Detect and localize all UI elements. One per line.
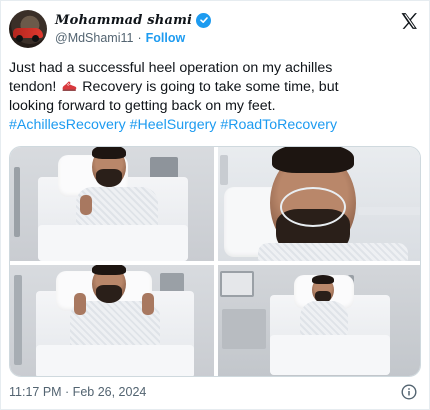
tweet-card: Mohammad shami @MdShami11 · Follow Just … [0, 0, 430, 410]
verified-badge-icon [196, 12, 212, 28]
running-shoe-emoji-icon [62, 81, 77, 91]
tweet-header: Mohammad shami @MdShami11 · Follow [9, 9, 423, 49]
hashtag-link[interactable]: #AchillesRecovery [9, 117, 126, 133]
tweet-line-2: tendon! Recovery is going to take some t… [9, 78, 421, 97]
hashtag-link[interactable]: #HeelSurgery [130, 117, 217, 133]
handle-separator: · [137, 31, 142, 45]
tweet-line-3: looking forward to getting back on my fe… [9, 98, 276, 114]
info-icon[interactable] [401, 384, 417, 400]
avatar-car-graphic [13, 28, 43, 42]
hospital-photo-3[interactable] [10, 265, 214, 376]
author-name-row: Mohammad shami [55, 11, 212, 29]
tweet-text: Just had a successful heel operation on … [9, 59, 421, 135]
author-handle-row: @MdShami11 · Follow [55, 31, 185, 45]
tweet-footer: 11:17 PM · Feb 26, 2024 [9, 383, 423, 401]
tweet-timestamp[interactable]: 11:17 PM · Feb 26, 2024 [9, 385, 146, 399]
hospital-photo-4[interactable] [218, 265, 420, 376]
tweet-hashtags: #AchillesRecovery #HeelSurgery #RoadToRe… [9, 116, 421, 135]
tweet-line-1: Just had a successful heel operation on … [9, 60, 333, 76]
author-display-name[interactable]: Mohammad shami [55, 13, 192, 28]
author-avatar[interactable] [9, 10, 47, 48]
tweet-media-grid [9, 146, 421, 377]
author-handle[interactable]: @MdShami11 [55, 31, 133, 45]
hospital-photo-1[interactable] [10, 147, 214, 261]
x-logo-icon[interactable] [399, 11, 419, 31]
follow-button[interactable]: Follow [146, 31, 186, 45]
tweet-line-2-rest: Recovery is going to take some time, but [82, 79, 339, 95]
tweet-line-2-start: tendon! [9, 79, 57, 95]
hashtag-link[interactable]: #RoadToRecovery [220, 117, 337, 133]
hospital-photo-2[interactable] [218, 147, 420, 261]
